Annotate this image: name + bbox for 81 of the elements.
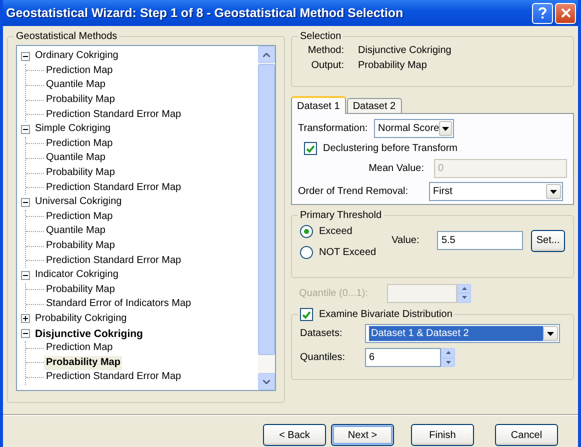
field-label: Transformation: [298, 123, 369, 134]
tree-item[interactable]: Probability Map [44, 93, 117, 108]
field-label: Quantiles: [300, 352, 346, 363]
checkbox-label: Declustering before Transform [323, 143, 458, 154]
tree-item[interactable]: Prediction Standard Error Map [44, 180, 184, 195]
tree-item[interactable]: Prediction Map [44, 136, 115, 151]
scroll-up-button[interactable] [258, 46, 275, 63]
scrollbar[interactable] [258, 46, 275, 390]
help-icon [538, 7, 547, 19]
quantile-spinner[interactable] [457, 284, 471, 302]
up-arrow-icon [462, 286, 466, 290]
radio-label: Exceed [319, 226, 352, 237]
caret-icon [547, 332, 554, 336]
down-arrow-icon [462, 296, 466, 300]
tree-item[interactable]: Standard Error of Indicators Map [44, 297, 194, 312]
quantiles-spinner[interactable] [441, 348, 455, 367]
check-icon [306, 144, 315, 152]
tree-item[interactable]: Disjunctive Cokriging [33, 326, 145, 341]
radio-button[interactable] [300, 246, 313, 259]
group-title: Selection [300, 31, 342, 42]
quantile-field[interactable] [387, 284, 457, 302]
wizard-button[interactable]: Cancel [495, 424, 558, 446]
field-label: Datasets: [300, 328, 344, 339]
dropdown-button[interactable] [439, 121, 452, 136]
datasets-dropdown[interactable]: Dataset 1 & Dataset 2 [365, 324, 560, 343]
scroll-down-button[interactable] [258, 373, 275, 390]
tree-item[interactable]: Indicator Cokriging [33, 268, 120, 282]
wizard-button[interactable]: Finish [411, 424, 474, 446]
checkbox[interactable] [300, 308, 313, 321]
wizard-button[interactable]: Next > [331, 424, 394, 446]
help-button[interactable] [532, 2, 553, 24]
dropdown-button[interactable] [546, 184, 561, 199]
close-icon [560, 8, 570, 18]
tree-item[interactable]: Probability Map [44, 282, 117, 297]
field-label: Mean Value: [368, 163, 425, 174]
field-label: Method: [306, 45, 345, 56]
check-icon [302, 310, 311, 318]
wizard-button[interactable]: < Back [263, 424, 326, 446]
checkbox-label: Examine Bivariate Distribution [319, 309, 452, 320]
tree-item[interactable]: Universal Cokriging [33, 195, 124, 210]
scrollbar-thumb[interactable] [258, 64, 275, 355]
tree-item[interactable]: Quantile Map [44, 78, 108, 92]
field-label: Output: [310, 60, 345, 71]
checkbox[interactable] [304, 142, 317, 155]
set-button[interactable]: Set... [531, 230, 565, 252]
trend-removal-dropdown[interactable]: First [429, 182, 563, 201]
field-value: Probability Map [358, 60, 428, 71]
transformation-dropdown[interactable]: Normal Score [374, 119, 454, 138]
dropdown-button[interactable] [543, 326, 558, 341]
tree-item[interactable]: Prediction Standard Error Map [44, 254, 184, 268]
caret-icon [442, 126, 450, 130]
tab[interactable]: Dataset 1 [291, 96, 346, 114]
down-arrow-icon [446, 360, 450, 364]
radio-label: NOT Exceed [319, 247, 376, 258]
tree-item[interactable]: Simple Cokriging [33, 122, 113, 136]
tree-item[interactable]: Prediction Map [44, 341, 115, 356]
window-title: Geostatistical Wizard: Step 1 of 8 - Geostatistical Method Selection [6, 6, 404, 20]
tree-item[interactable]: Prediction Map [44, 210, 115, 224]
field-label: Value: [392, 235, 420, 246]
tree-item[interactable]: Probability Map [44, 239, 117, 254]
quantiles-field[interactable]: 6 [365, 348, 441, 367]
tree-item[interactable]: Probability Map [44, 166, 117, 180]
tree-item[interactable]: Prediction Standard Error Map [44, 370, 184, 384]
tree-item[interactable]: Probability Map [44, 356, 122, 370]
tree-item[interactable]: Probability Cokriging [33, 312, 129, 326]
tree-item[interactable]: Ordinary Cokriging [33, 49, 120, 64]
caret-icon [550, 190, 557, 194]
field-label: Order of Trend Removal: [298, 186, 410, 197]
radio-button[interactable] [300, 225, 313, 238]
up-arrow-icon [446, 351, 450, 354]
group-title: Geostatistical Methods [16, 31, 118, 42]
tree-item[interactable]: Quantile Map [44, 151, 108, 166]
field-label: Quantile (0...1): [299, 288, 369, 298]
tree-item[interactable]: Prediction Standard Error Map [44, 108, 184, 122]
tree-item[interactable]: Prediction Map [44, 64, 115, 78]
tab[interactable]: Dataset 2 [346, 98, 402, 113]
tree-item[interactable]: Quantile Map [44, 224, 108, 238]
close-button[interactable] [555, 2, 576, 24]
group-title: Primary Threshold [300, 210, 382, 221]
field-value: Disjunctive Cokriging [358, 45, 452, 56]
value-field[interactable]: 5.5 [437, 231, 524, 250]
